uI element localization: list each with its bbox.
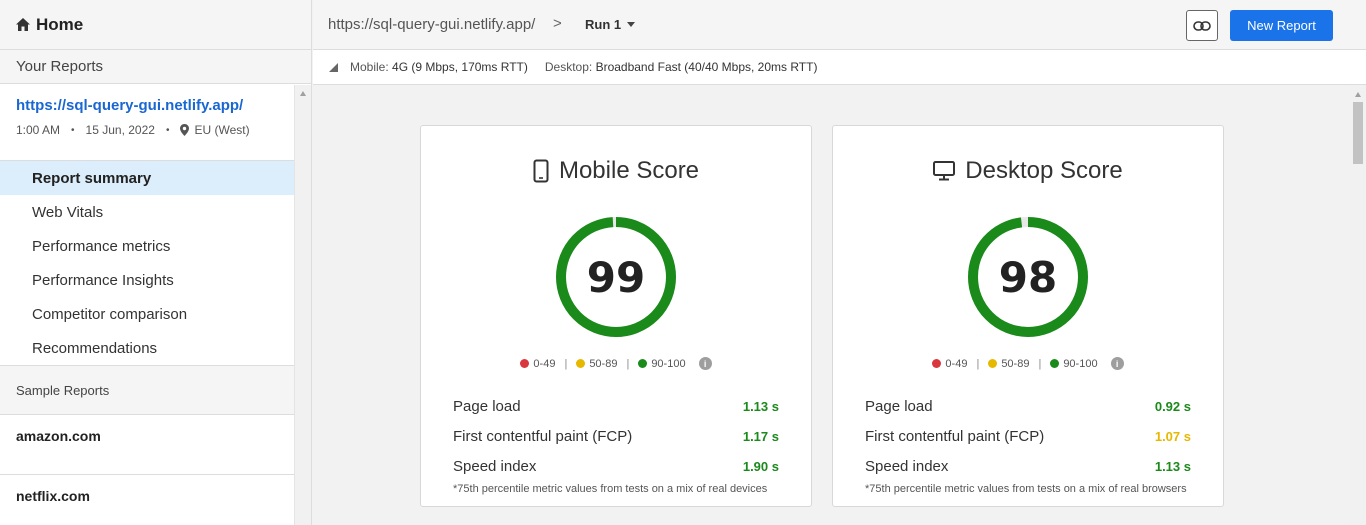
desktop-metrics: Page load 0.92 s First contentful paint (… (865, 391, 1191, 481)
metric-label: Page load (453, 397, 521, 415)
caret-down-icon[interactable] (627, 22, 635, 27)
link-icon (1193, 20, 1211, 31)
legend-dot-good (1050, 359, 1060, 368)
scroll-up-arrow-icon[interactable] (300, 91, 306, 96)
nav-recommendations[interactable]: Recommendations (0, 331, 295, 365)
metric-row: First contentful paint (FCP) 1.07 s (865, 421, 1191, 451)
metric-label: Page load (865, 397, 933, 415)
sidebar-scrollbar[interactable] (294, 85, 311, 525)
home-link[interactable]: Home (0, 0, 311, 50)
your-reports-header: Your Reports (0, 50, 311, 84)
breadcrumb-separator: > (553, 15, 562, 32)
legend-dot-poor (932, 359, 942, 368)
legend-mid: 50-89 (589, 357, 618, 370)
connection-info-bar: Mobile: 4G (9 Mbps, 170ms RTT) Desktop: … (313, 50, 1366, 85)
metric-label: First contentful paint (FCP) (865, 427, 1045, 445)
scroll-up-arrow-icon[interactable] (1355, 92, 1361, 97)
meta-separator: • (71, 124, 75, 136)
run-selector[interactable]: Run 1 (585, 17, 621, 32)
mobile-phone-icon (533, 159, 549, 183)
legend-low: 0-49 (533, 357, 556, 370)
card-title: Mobile Score (421, 157, 811, 185)
metric-label: Speed index (453, 457, 537, 475)
meta-separator: • (165, 124, 170, 136)
legend-dot-poor (520, 359, 530, 368)
metric-row: Page load 1.13 s (453, 391, 779, 421)
score-legend: 0-49 | 50-89 | 90-100 i (421, 357, 811, 370)
nav-report-summary[interactable]: Report summary (0, 161, 295, 195)
mobile-score-title: Mobile Score (558, 157, 700, 184)
sidebar: Home Your Reports https://sql-query-gui.… (0, 0, 312, 525)
home-label: Home (36, 14, 84, 34)
card-title: Desktop Score (833, 157, 1223, 185)
mobile-score-value: 99 (586, 252, 646, 302)
legend-high: 90-100 (1063, 357, 1098, 370)
desktop-footnote: *75th percentile metric values from test… (865, 483, 1187, 495)
desktop-score-card: Desktop Score 98 0-49 | 50-89 | 90-100 i… (832, 125, 1224, 507)
mobile-connection-value: 4G (9 Mbps, 170ms RTT) (392, 60, 528, 74)
report-region: EU (West) (194, 123, 250, 137)
metric-label: First contentful paint (FCP) (453, 427, 633, 445)
desktop-connection-label: Desktop: (544, 60, 593, 74)
metric-value: 1.90 s (742, 458, 779, 474)
legend-dot-good (638, 359, 648, 368)
legend-dot-average (988, 359, 998, 368)
score-legend: 0-49 | 50-89 | 90-100 i (833, 357, 1223, 370)
report-url[interactable]: https://sql-query-gui.netlify.app/ (16, 97, 279, 114)
copy-link-button[interactable] (1186, 10, 1218, 41)
info-icon[interactable]: i (698, 357, 712, 370)
desktop-connection-value: Broadband Fast (40/40 Mbps, 20ms RTT) (595, 60, 818, 74)
legend-high: 90-100 (651, 357, 686, 370)
location-pin-icon (180, 124, 190, 136)
metric-value: 1.17 s (742, 428, 779, 444)
metric-label: Speed index (865, 457, 949, 475)
sample-reports-header: Sample Reports (0, 365, 295, 415)
mobile-metrics: Page load 1.13 s First contentful paint (… (453, 391, 779, 481)
current-report[interactable]: https://sql-query-gui.netlify.app/ 1:00 … (0, 85, 295, 161)
nav-web-vitals[interactable]: Web Vitals (0, 195, 295, 229)
metric-value: 1.13 s (742, 398, 779, 414)
signal-icon (329, 62, 338, 72)
mobile-connection-label: Mobile: (350, 60, 389, 74)
sample-report-amazon[interactable]: amazon.com (0, 415, 295, 475)
sample-report-netflix[interactable]: netflix.com (0, 475, 295, 525)
scrollbar-thumb[interactable] (1353, 102, 1363, 164)
sidebar-list: https://sql-query-gui.netlify.app/ 1:00 … (0, 85, 295, 525)
legend-dot-average (576, 359, 586, 368)
nav-competitor-comparison[interactable]: Competitor comparison (0, 297, 295, 331)
top-bar: https://sql-query-gui.netlify.app/ > Run… (313, 0, 1366, 50)
desktop-score-value: 98 (998, 252, 1058, 302)
desktop-score-title: Desktop Score (965, 157, 1123, 184)
legend-mid: 50-89 (1001, 357, 1030, 370)
report-date: 15 Jun, 2022 (85, 123, 155, 137)
legend-low: 0-49 (945, 357, 968, 370)
mobile-footnote: *75th percentile metric values from test… (453, 483, 768, 495)
new-report-button[interactable]: New Report (1230, 10, 1333, 41)
breadcrumb-url[interactable]: https://sql-query-gui.netlify.app/ (328, 16, 535, 33)
home-icon (16, 18, 30, 31)
report-meta: 1:00 AM • 15 Jun, 2022 • EU (West) (16, 123, 279, 137)
metric-row: Speed index 1.90 s (453, 451, 779, 481)
metric-row: Speed index 1.13 s (865, 451, 1191, 481)
main-scrollbar[interactable] (1349, 85, 1366, 525)
sample-reports-label: Sample Reports (16, 382, 110, 398)
nav-performance-metrics[interactable]: Performance metrics (0, 229, 295, 263)
desktop-monitor-icon (933, 161, 956, 181)
nav-performance-insights[interactable]: Performance Insights (0, 263, 295, 297)
info-icon[interactable]: i (1110, 357, 1124, 370)
metric-row: Page load 0.92 s (865, 391, 1191, 421)
metric-value: 1.13 s (1154, 458, 1191, 474)
your-reports-label: Your Reports (16, 58, 103, 75)
metric-row: First contentful paint (FCP) 1.17 s (453, 421, 779, 451)
report-time: 1:00 AM (16, 123, 61, 137)
mobile-score-card: Mobile Score 99 0-49 | 50-89 | 90-100 i … (420, 125, 812, 507)
metric-value: 0.92 s (1154, 398, 1191, 414)
metric-value: 1.07 s (1154, 428, 1191, 444)
